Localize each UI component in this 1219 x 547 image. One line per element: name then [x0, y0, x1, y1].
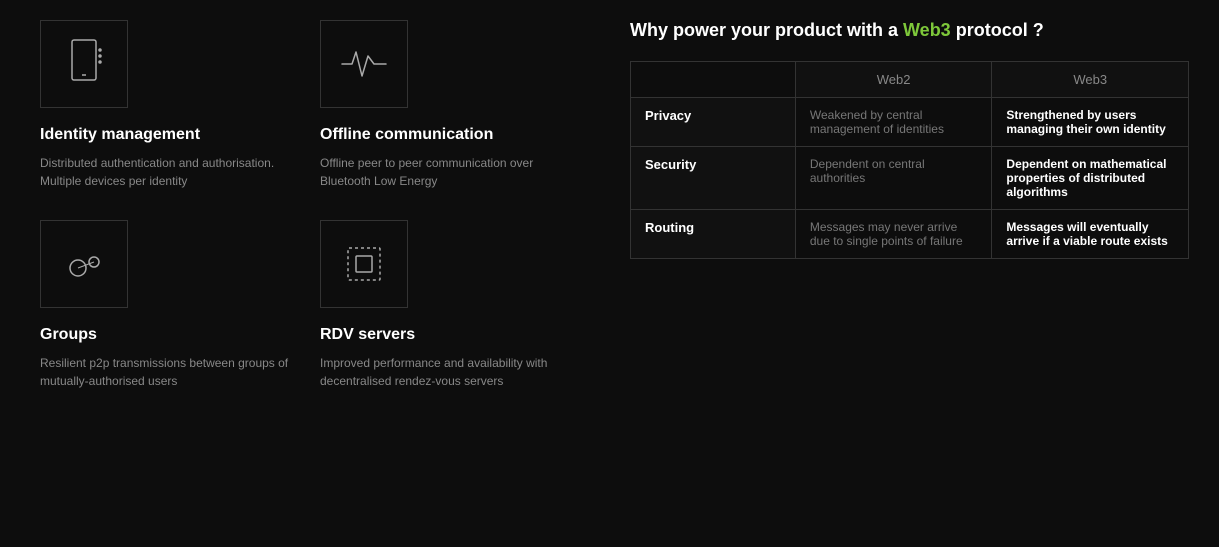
heading-web3: Web3 [903, 20, 951, 40]
wave-icon [338, 44, 390, 84]
row-web2-security: Dependent on central authorities [795, 147, 992, 210]
rdv-icon-box [320, 220, 408, 308]
row-web3-routing: Messages will eventually arrive if a via… [992, 210, 1189, 259]
heading-post: protocol ? [951, 20, 1044, 40]
col-label-header [631, 62, 796, 98]
left-section: Identity management Distributed authenti… [30, 20, 590, 420]
groups-desc: Resilient p2p transmissions between grou… [40, 354, 290, 390]
row-web3-privacy: Strengthened by users managing their own… [992, 98, 1189, 147]
groups-icon-box [40, 220, 128, 308]
row-label-security: Security [631, 147, 796, 210]
rdv-desc: Improved performance and availability wi… [320, 354, 570, 390]
row-label-privacy: Privacy [631, 98, 796, 147]
rdv-title: RDV servers [320, 326, 570, 344]
identity-desc: Distributed authentication and authorisa… [40, 154, 290, 190]
table-row: PrivacyWeakened by central management of… [631, 98, 1189, 147]
comparison-table: Web2 Web3 PrivacyWeakened by central man… [630, 61, 1189, 259]
heading-pre: Why power your product with a [630, 20, 903, 40]
feature-rdv: RDV servers Improved performance and ava… [310, 220, 590, 420]
identity-icon-box [40, 20, 128, 108]
groups-icon [58, 238, 110, 290]
comparison-heading: Why power your product with a Web3 proto… [630, 20, 1189, 41]
row-web2-routing: Messages may never arrive due to single … [795, 210, 992, 259]
row-label-routing: Routing [631, 210, 796, 259]
right-section: Why power your product with a Web3 proto… [590, 20, 1189, 259]
offline-desc: Offline peer to peer communication over … [320, 154, 570, 190]
offline-title: Offline communication [320, 126, 570, 144]
identity-title: Identity management [40, 126, 290, 144]
mobile-icon [64, 38, 104, 90]
table-row: RoutingMessages may never arrive due to … [631, 210, 1189, 259]
groups-title: Groups [40, 326, 290, 344]
offline-icon-box [320, 20, 408, 108]
features-grid: Identity management Distributed authenti… [30, 20, 590, 420]
feature-offline: Offline communication Offline peer to pe… [310, 20, 590, 220]
col-web3-header: Web3 [992, 62, 1189, 98]
table-header-row: Web2 Web3 [631, 62, 1189, 98]
feature-identity: Identity management Distributed authenti… [30, 20, 310, 220]
rdv-icon [338, 238, 390, 290]
row-web2-privacy: Weakened by central management of identi… [795, 98, 992, 147]
table-row: SecurityDependent on central authorities… [631, 147, 1189, 210]
row-web3-security: Dependent on mathematical properties of … [992, 147, 1189, 210]
col-web2-header: Web2 [795, 62, 992, 98]
feature-groups: Groups Resilient p2p transmissions betwe… [30, 220, 310, 420]
